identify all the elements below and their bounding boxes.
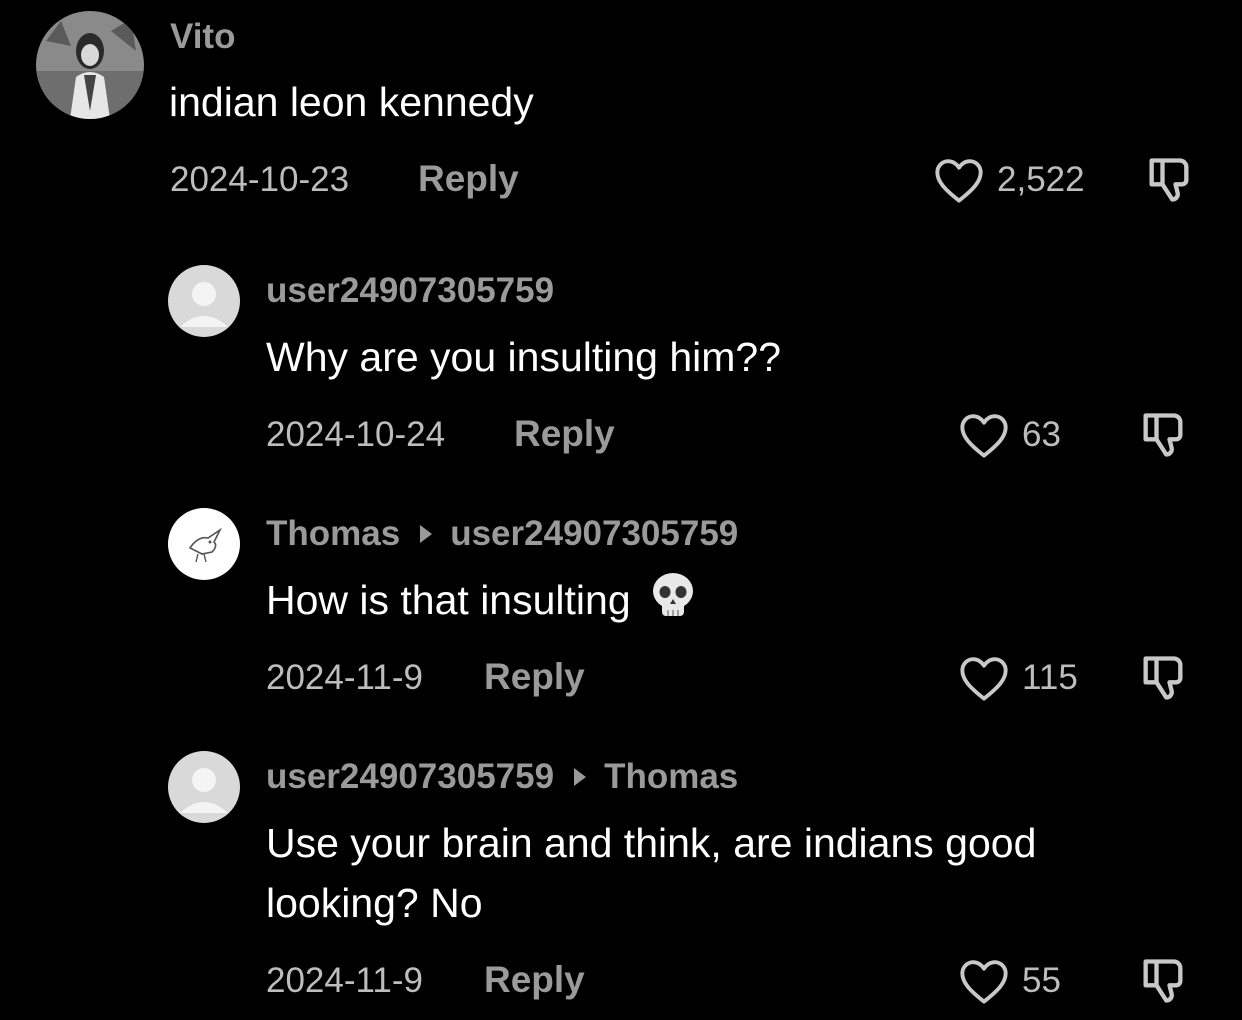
like-count: 55 bbox=[1022, 961, 1061, 1000]
comment-text: indian leon kennedy bbox=[169, 79, 534, 125]
reply-to-name[interactable]: Thomas bbox=[604, 757, 738, 797]
like-button[interactable]: 55 bbox=[958, 957, 1061, 1005]
comment-author[interactable]: Thomas user24907305759 bbox=[266, 514, 738, 554]
heart-icon bbox=[960, 657, 1008, 701]
comment-author[interactable]: user24907305759 Thomas bbox=[266, 757, 738, 797]
comment-author[interactable]: Vito bbox=[170, 17, 235, 57]
author-name[interactable]: Thomas bbox=[266, 514, 400, 554]
author-name[interactable]: user24907305759 bbox=[266, 757, 554, 797]
avatar-default[interactable] bbox=[168, 265, 240, 337]
comment-date: 2024-10-23 bbox=[170, 160, 350, 199]
dislike-button[interactable] bbox=[1137, 955, 1189, 1012]
reply-button[interactable]: Reply bbox=[418, 158, 519, 200]
author-name[interactable]: user24907305759 bbox=[266, 271, 554, 311]
avatar-vito[interactable] bbox=[36, 11, 144, 119]
heart-icon bbox=[960, 960, 1008, 1004]
thumbs-down-icon bbox=[1143, 413, 1183, 457]
reply-arrow-icon bbox=[574, 768, 587, 786]
heart-icon bbox=[935, 159, 983, 203]
reply-to-name[interactable]: user24907305759 bbox=[450, 514, 738, 554]
bird-logo-icon bbox=[168, 508, 240, 580]
thumbs-down-icon bbox=[1143, 959, 1183, 1003]
like-count: 2,522 bbox=[997, 160, 1085, 199]
comment-text-line: Use your brain and think, are indians go… bbox=[266, 820, 1037, 866]
comment-date: 2024-11-9 bbox=[266, 658, 423, 697]
default-avatar-icon bbox=[168, 265, 240, 337]
reply-arrow-icon bbox=[420, 525, 433, 543]
comment-date: 2024-11-9 bbox=[266, 961, 423, 1000]
reply-button[interactable]: Reply bbox=[484, 656, 585, 698]
dislike-button[interactable] bbox=[1143, 154, 1195, 211]
like-count: 63 bbox=[1022, 415, 1061, 454]
like-button[interactable]: 2,522 bbox=[933, 156, 1085, 204]
comment-text: How is that insulting bbox=[266, 570, 697, 636]
like-button[interactable]: 63 bbox=[958, 411, 1061, 459]
default-avatar-icon bbox=[168, 751, 240, 823]
comment-author[interactable]: user24907305759 bbox=[266, 271, 554, 311]
avatar-default[interactable] bbox=[168, 751, 240, 823]
comment-date: 2024-10-24 bbox=[266, 415, 446, 454]
like-button[interactable]: 115 bbox=[958, 654, 1078, 702]
skull-emoji-icon bbox=[649, 570, 697, 636]
like-count: 115 bbox=[1022, 658, 1078, 697]
comment-text: Why are you insulting him?? bbox=[266, 334, 782, 380]
avatar-thomas[interactable] bbox=[168, 508, 240, 580]
reply-button[interactable]: Reply bbox=[484, 959, 585, 1001]
comment-text: Use your brain and think, are indians go… bbox=[266, 813, 1036, 933]
dislike-button[interactable] bbox=[1137, 652, 1189, 709]
heart-icon bbox=[960, 414, 1008, 458]
dislike-button[interactable] bbox=[1137, 409, 1189, 466]
author-name[interactable]: Vito bbox=[170, 17, 235, 57]
comment-text-line: looking? No bbox=[266, 880, 483, 926]
avatar-photo-icon bbox=[36, 11, 144, 119]
thumbs-down-icon bbox=[1143, 656, 1183, 700]
thumbs-down-icon bbox=[1149, 158, 1189, 202]
reply-button[interactable]: Reply bbox=[514, 413, 615, 455]
comment-text-content: How is that insulting bbox=[266, 577, 631, 623]
